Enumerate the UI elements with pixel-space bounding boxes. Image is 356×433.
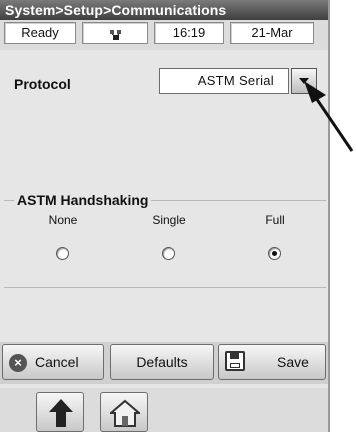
save-label: Save xyxy=(277,354,309,370)
handshaking-group: ASTM Handshaking None Single Full xyxy=(4,192,326,288)
page-title: System>Setup>Communications xyxy=(5,2,227,18)
radio-none[interactable] xyxy=(56,247,69,260)
protocol-label: Protocol xyxy=(14,76,71,92)
device-screen: System>Setup>Communications Ready 16:19 … xyxy=(0,0,330,432)
cancel-button[interactable]: × Cancel xyxy=(2,344,104,380)
status-bar: Ready 16:19 21-Mar xyxy=(0,20,328,50)
status-time: 16:19 xyxy=(154,22,224,44)
handshaking-legend: ASTM Handshaking xyxy=(14,192,152,208)
option-none-label: None xyxy=(48,213,78,227)
cancel-label: Cancel xyxy=(35,354,79,370)
close-icon: × xyxy=(9,354,27,372)
network-status xyxy=(82,22,148,44)
status-state: Ready xyxy=(4,22,76,44)
pointer-arrow-icon xyxy=(304,81,354,152)
up-arrow-icon xyxy=(48,398,74,433)
protocol-section: Protocol ASTM Serial xyxy=(4,56,324,186)
home-icon xyxy=(108,399,142,432)
home-button[interactable] xyxy=(100,392,148,432)
button-bar: × Cancel Defaults Save xyxy=(0,342,328,384)
title-bar: System>Setup>Communications xyxy=(0,0,328,20)
option-full-label: Full xyxy=(265,213,285,227)
save-icon xyxy=(225,351,245,371)
save-button[interactable]: Save xyxy=(218,344,326,380)
up-button[interactable] xyxy=(36,392,84,432)
defaults-label: Defaults xyxy=(136,354,188,370)
radio-full[interactable] xyxy=(268,247,281,260)
defaults-button[interactable]: Defaults xyxy=(110,344,214,380)
status-date: 21-Mar xyxy=(230,22,314,44)
radio-single[interactable] xyxy=(162,247,175,260)
network-icon xyxy=(109,27,123,47)
option-single-label: Single xyxy=(152,213,186,227)
nav-bar xyxy=(0,388,328,432)
protocol-select[interactable]: ASTM Serial xyxy=(159,68,289,94)
